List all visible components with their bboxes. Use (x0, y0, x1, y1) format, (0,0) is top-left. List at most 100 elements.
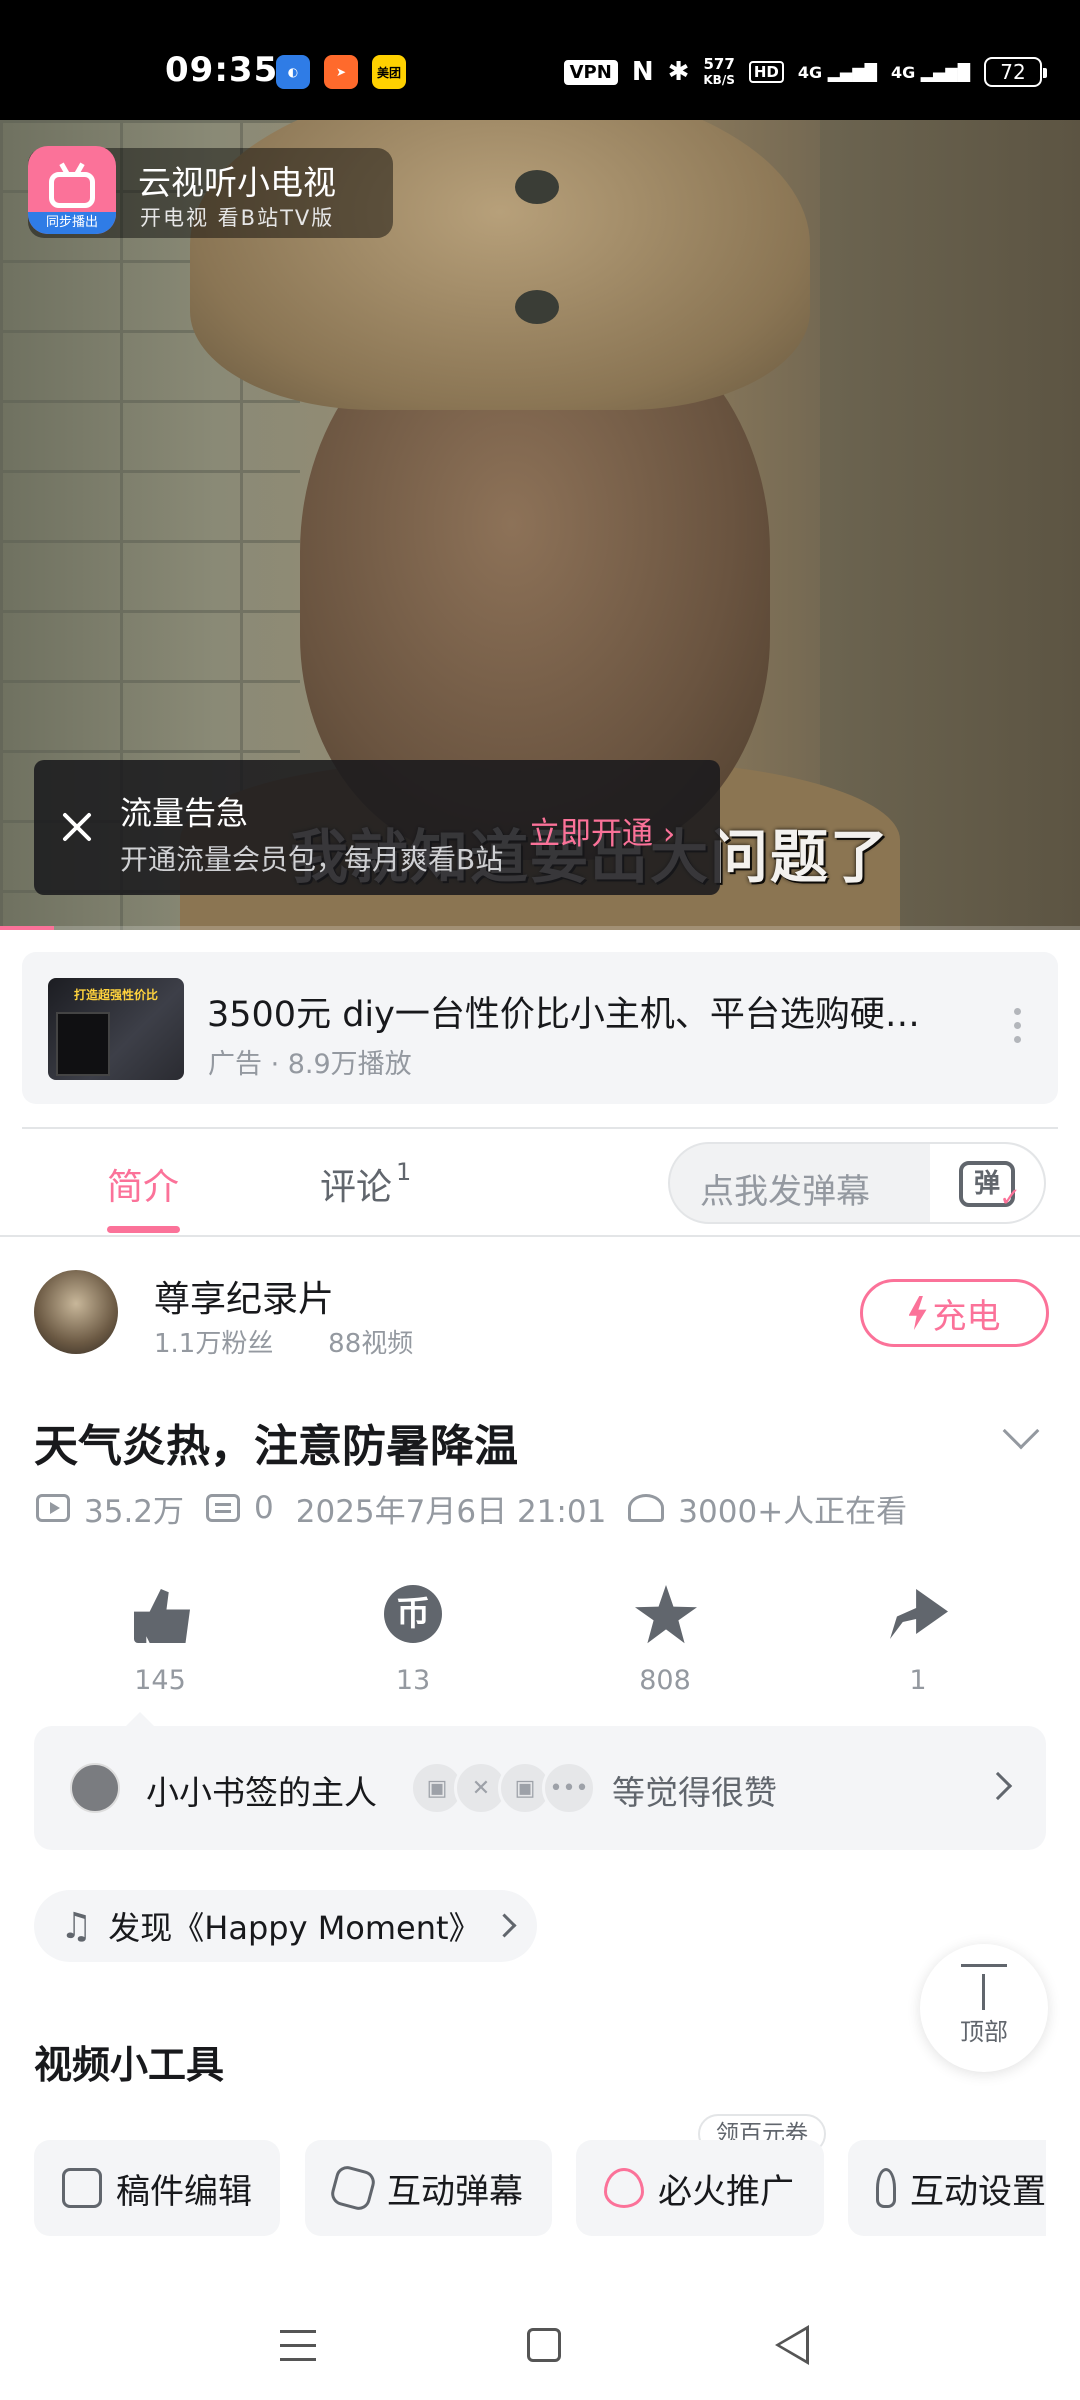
danmaku-toggle-button[interactable]: 弹 (930, 1144, 1044, 1222)
sparkle-icon (328, 2163, 378, 2213)
tab-intro-indicator (107, 1226, 180, 1233)
hd-voice-icon: HD (748, 61, 784, 83)
divider (0, 1235, 1080, 1237)
coin-count: 13 (395, 1665, 431, 1696)
chevron-right-icon (983, 1771, 1013, 1801)
share-button[interactable]: 1 (853, 1585, 983, 1696)
meituan-icon: 美团 (372, 55, 406, 89)
likers-card[interactable]: 小小书签的主人 ▣ ✕ ▣ ••• 等觉得很赞 (34, 1712, 1046, 1850)
bluetooth-icon: ✱ (667, 57, 690, 87)
publish-date: 2025年7月6日 21:01 (295, 1493, 607, 1530)
settings-lock-icon (876, 2168, 896, 2208)
star-icon (635, 1585, 697, 1644)
home-icon[interactable] (527, 2328, 561, 2362)
battery-icon: 72 (984, 57, 1047, 87)
coin-icon: 币 (384, 1585, 442, 1643)
nfc-icon: N (631, 57, 654, 87)
signal-icon: 4G ▂▄▆█ (797, 62, 877, 82)
like-button[interactable]: 145 (95, 1585, 225, 1696)
tool-interactive-danmaku-button[interactable]: 互动弹幕 (305, 2140, 552, 2236)
tool-label: 稿件编辑 (116, 2171, 252, 2212)
tool-label: 必火推广 (658, 2171, 794, 2212)
tool-edit-button[interactable]: 稿件编辑 (34, 2140, 280, 2236)
uploader-video-count: 88视频 (328, 1329, 414, 1359)
signal-icon: 4G ▂▄▆█ (890, 62, 970, 82)
liker-avatar-stack: ▣ ✕ ▣ ••• (410, 1761, 596, 1815)
app-notification-icon: ◐ (276, 55, 310, 89)
tools-title: 视频小工具 (34, 2043, 225, 2087)
activate-now-button[interactable]: 立即开通 › (529, 808, 675, 853)
share-icon (890, 1589, 948, 1639)
more-avatars-icon: ••• (542, 1761, 596, 1815)
status-bar: 09:35 ◐ ➤ 美团 VPN N ✱ 577 KB/S HD 4G ▂▄▆█… (0, 0, 1080, 120)
menu-icon[interactable] (280, 2330, 316, 2372)
play-count-icon (36, 1494, 70, 1522)
video-progress-bar[interactable] (0, 926, 1080, 930)
network-speed: 577 KB/S (703, 54, 735, 88)
tab-intro[interactable]: 简介 (107, 1158, 179, 1210)
chevron-down-icon[interactable] (1002, 1412, 1040, 1450)
watching-count: 3000+人正在看 (678, 1493, 908, 1530)
like-count: 145 (134, 1665, 186, 1696)
share-count: 1 (909, 1665, 927, 1696)
video-frame-cap-button (515, 170, 559, 204)
tv-badge-title: 云视听小电视 (138, 163, 336, 202)
tool-promote-button[interactable]: 必火推广 (576, 2140, 824, 2236)
data-traffic-toast: 流量告急 开通流量会员包，每月爽看B站 立即开通 › (34, 760, 720, 895)
network-speed-unit: KB/S (703, 72, 735, 87)
more-options-icon[interactable] (1014, 1008, 1022, 1050)
tool-interactive-settings-button[interactable]: 互动设置 (848, 2140, 1046, 2236)
toast-subtitle: 开通流量会员包，每月爽看B站 (120, 843, 504, 876)
favorite-count: 808 (639, 1665, 691, 1696)
tv-cast-badge[interactable]: 同步播出 云视听小电视 开电视 看B站TV版 (28, 146, 393, 238)
signal-label: 4G (890, 62, 916, 82)
video-title: 天气炎热，注意防暑降温 (34, 1421, 518, 1472)
liker-avatar (70, 1763, 120, 1813)
fire-icon (604, 2168, 644, 2208)
pc-case-image (56, 1012, 110, 1076)
uploader-avatar[interactable] (34, 1270, 118, 1354)
music-note-icon: ♫ (60, 1905, 93, 1947)
danmaku-count: 0 (254, 1490, 274, 1526)
back-to-top-label: 顶部 (960, 2018, 1008, 2046)
tool-label: 互动弹幕 (387, 2171, 523, 2212)
app-notification-icon: ➤ (324, 55, 358, 89)
bilibili-tv-icon: 同步播出 (28, 146, 116, 234)
tv-sync-label: 同步播出 (28, 212, 116, 234)
ad-thumbnail-text: 打造超强性价比 (74, 988, 159, 1002)
play-count: 35.2万 (84, 1493, 185, 1530)
video-progress-fill (0, 926, 54, 930)
uploader-stats: 1.1万粉丝 88视频 (154, 1323, 413, 1360)
danmaku-count-icon (206, 1494, 241, 1522)
tv-badge-subtitle: 开电视 看B站TV版 (140, 206, 335, 230)
system-nav-bar (0, 2290, 1080, 2400)
lightning-icon (908, 1296, 927, 1330)
toast-title: 流量告急 (120, 794, 249, 832)
status-time: 09:35 (165, 50, 279, 90)
video-player[interactable]: 同步播出 云视听小电视 开电视 看B站TV版 我就知道要出大问题了 流量告急 开… (0, 120, 1080, 930)
viewers-icon (628, 1494, 665, 1522)
favorite-button[interactable]: 808 (600, 1585, 730, 1696)
danmaku-placeholder: 点我发弹幕 (700, 1172, 870, 1212)
coin-button[interactable]: 币 13 (348, 1585, 478, 1696)
tab-comments[interactable]: 评论 1 (320, 1158, 411, 1210)
network-speed-value: 577 (703, 54, 735, 73)
arrow-up-icon (961, 1964, 1007, 2010)
music-discover-chip[interactable]: ♫ 发现《Happy Moment》 (34, 1890, 537, 1962)
charge-button[interactable]: 充电 (860, 1279, 1049, 1347)
back-icon[interactable] (775, 2325, 809, 2365)
video-stats: 35.2万 0 2025年7月6日 21:01 3000+人正在看 (36, 1488, 908, 1530)
ad-thumbnail: 打造超强性价比 (48, 978, 184, 1080)
danmaku-input[interactable]: 点我发弹幕 弹 (668, 1142, 1046, 1224)
comment-count-badge: 1 (396, 1158, 412, 1186)
charge-label: 充电 (932, 1296, 1001, 1337)
edit-icon (62, 2168, 102, 2208)
close-icon[interactable] (56, 806, 98, 848)
chevron-right-icon (492, 1913, 517, 1938)
ad-meta: 广告 · 8.9万播放 (208, 1049, 412, 1080)
back-to-top-button[interactable]: 顶部 (920, 1944, 1048, 2072)
uploader-name[interactable]: 尊享纪录片 (154, 1270, 334, 1322)
liker-name: 小小书签的主人 (146, 1773, 377, 1812)
divider (22, 1127, 1058, 1129)
ad-card[interactable]: 打造超强性价比 3500元 diy一台性价比小主机、平台选购硬… 广告 · 8.… (22, 952, 1058, 1104)
